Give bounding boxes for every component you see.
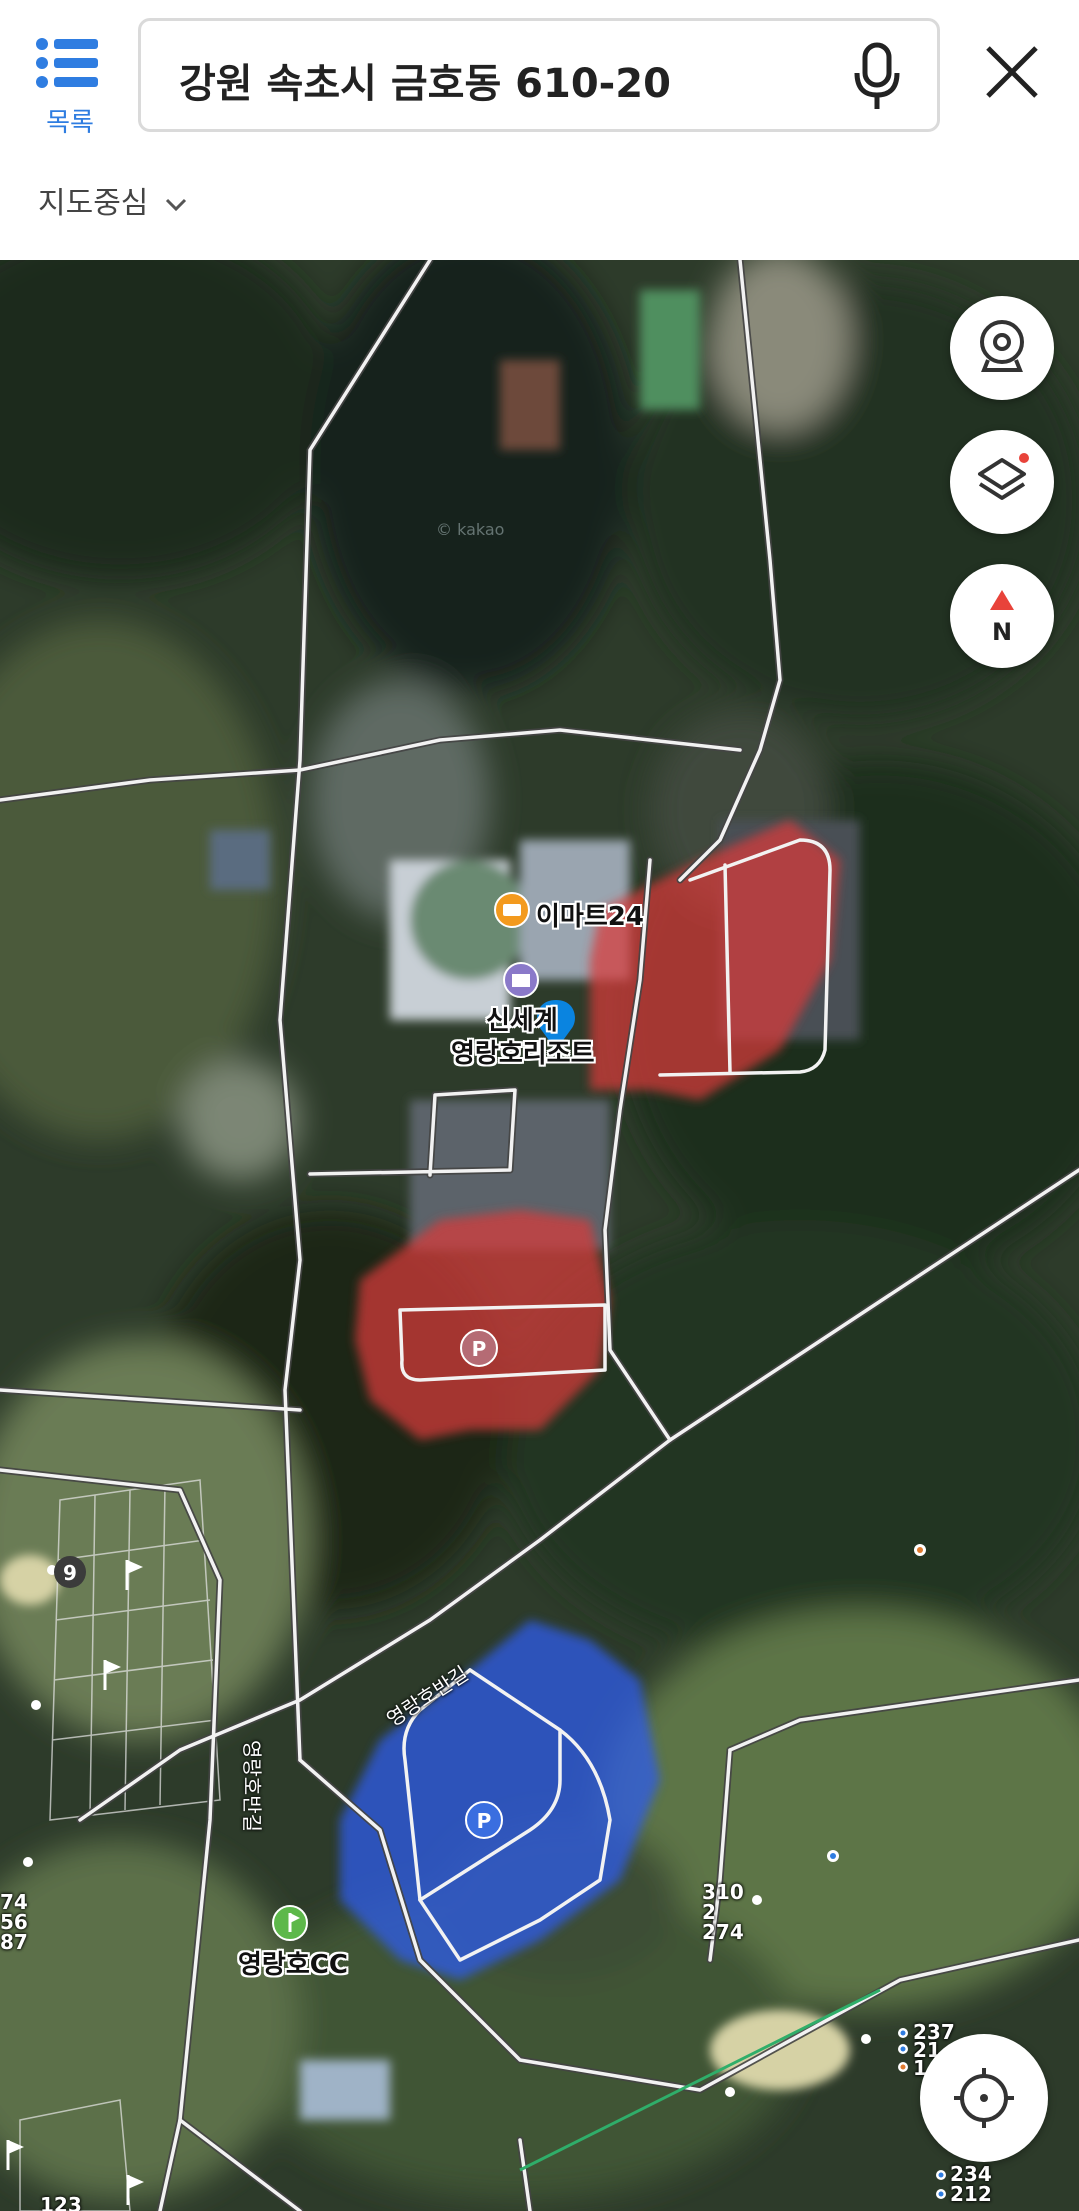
- hole-number-label: 56: [0, 1910, 28, 1934]
- list-icon: [36, 38, 98, 88]
- hole-number-label: 212: [950, 2182, 992, 2206]
- cctv-icon: [980, 320, 1024, 372]
- layers-icon: [978, 453, 1029, 500]
- layers-button[interactable]: [950, 430, 1054, 534]
- search-input[interactable]: 강원 속초시 금호동 610-20: [138, 18, 940, 132]
- current-location-button[interactable]: [920, 2034, 1048, 2162]
- map-watermark: © kakao: [436, 520, 505, 539]
- golf-course-icon[interactable]: [272, 1905, 308, 1941]
- list-menu-label: 목록: [46, 108, 94, 138]
- poi-label-emart[interactable]: 이마트24: [536, 896, 644, 933]
- hole-number-label: 74: [0, 1890, 28, 1914]
- poi-label-golf[interactable]: 영랑호CC: [238, 1944, 348, 1981]
- hole-number-label: 310: [702, 1880, 744, 1904]
- poi-label-resort-line2[interactable]: 영랑호리조트: [451, 1033, 595, 1070]
- hole-number-label: 87: [0, 1930, 28, 1954]
- resort-icon[interactable]: [503, 962, 539, 998]
- compass-button[interactable]: N: [950, 564, 1054, 668]
- hole-number-label: 2: [702, 1900, 716, 1924]
- top-bar: 목록 강원 속초시 금호동 610-20 지도중심: [0, 0, 1079, 260]
- cctv-button[interactable]: [950, 296, 1054, 400]
- chevron-down-icon: [165, 198, 187, 211]
- parking-symbol: P: [472, 1337, 487, 1361]
- map-center-label: 지도중심: [38, 186, 149, 221]
- close-icon[interactable]: [980, 40, 1044, 104]
- poi-label-resort-line1[interactable]: 신세계: [486, 1000, 558, 1037]
- parking-marker[interactable]: P: [465, 1801, 503, 1839]
- compass-icon: N: [990, 590, 1014, 646]
- green-number-text: 9: [63, 1561, 77, 1585]
- road-label-vertical: 영랑호반길: [240, 1740, 264, 1832]
- parking-marker[interactable]: P: [460, 1329, 498, 1367]
- hole-number-label: 234: [950, 2162, 992, 2186]
- microphone-icon[interactable]: [849, 41, 905, 113]
- search-query-text: 강원 속초시 금호동 610-20: [179, 61, 671, 107]
- convenience-store-icon[interactable]: [494, 892, 530, 928]
- list-menu-button[interactable]: 목록: [30, 30, 110, 140]
- hole-number-label: 274: [702, 1920, 744, 1944]
- compass-letter: N: [992, 618, 1012, 646]
- hole-number-label: 123: [40, 2193, 82, 2211]
- parking-symbol: P: [477, 1809, 492, 1833]
- map-canvas[interactable]: 9 P P: [0, 260, 1079, 2211]
- green-number-badge: 9: [54, 1556, 86, 1588]
- satellite-map[interactable]: 9 P P 이마트24 신세계 영랑호리조트 영랑호CC 영랑호반길 영랑호반길…: [0, 260, 1079, 2211]
- crosshair-icon: [954, 2068, 1014, 2128]
- map-center-dropdown[interactable]: 지도중심: [38, 178, 188, 222]
